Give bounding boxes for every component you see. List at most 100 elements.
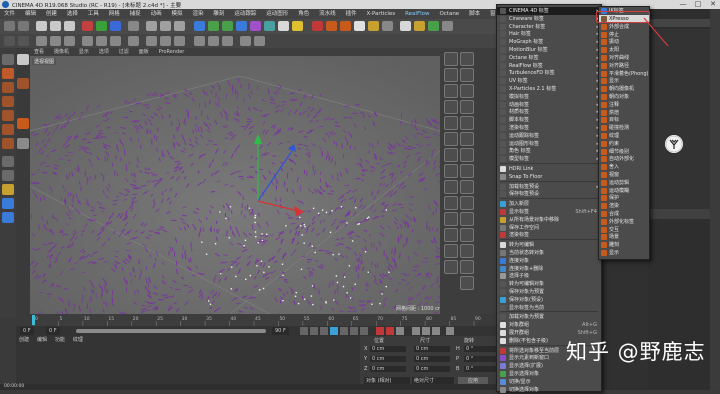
rotate-tool-icon[interactable] [64, 21, 75, 31]
submenu-item[interactable]: 对齐路径 [599, 62, 649, 70]
menu-item[interactable]: Cineware 标签▸ [497, 15, 601, 23]
submenu-item[interactable]: 约束 [599, 140, 649, 148]
viewport-menu-panel[interactable]: 面板 [135, 48, 153, 56]
menu-item[interactable]: 材质标签▸ [497, 108, 601, 116]
palette-icon-19[interactable] [444, 196, 458, 210]
goto-end-icon[interactable] [360, 327, 368, 335]
minimize-button[interactable]: — [676, 0, 690, 9]
submenu-item[interactable]: 平滑着色(Phong) [599, 70, 649, 78]
palette-icon-6[interactable] [460, 84, 474, 98]
script-icon[interactable] [382, 21, 393, 31]
menu-character[interactable]: 角色 [294, 9, 313, 19]
rotation-key-icon[interactable] [432, 327, 440, 335]
texture-icon[interactable] [2, 82, 14, 93]
move-tool-icon[interactable] [36, 21, 47, 31]
menu-item[interactable]: Snap To Floor [497, 173, 601, 181]
menu-create[interactable]: 创建 [42, 9, 61, 19]
points-icon[interactable] [2, 110, 14, 121]
palette-icon-12[interactable] [460, 132, 474, 146]
bridge-icon[interactable] [146, 36, 157, 46]
polygons-icon[interactable] [2, 138, 14, 149]
frame-start-field[interactable]: 0 F [20, 327, 34, 335]
palette-icon-27[interactable] [444, 260, 458, 274]
sculpt-icon[interactable] [17, 138, 29, 149]
viewport-menu-filter[interactable]: 过滤 [115, 48, 133, 56]
menu-select[interactable]: 选择 [63, 9, 82, 19]
undo-icon[interactable] [4, 21, 15, 31]
brush-icon[interactable] [194, 36, 205, 46]
menu-motion-tracking[interactable]: 运动跟踪 [230, 9, 260, 19]
submenu-item[interactable]: 视窗 [599, 171, 649, 179]
live-select-icon[interactable] [82, 36, 93, 46]
menu-item[interactable]: 模拟标签▸ [497, 93, 601, 101]
close-button[interactable]: ✕ [706, 0, 720, 9]
palette-icon-14[interactable] [460, 148, 474, 162]
menu-snap[interactable]: 捕捉 [126, 9, 145, 19]
light-icon[interactable] [292, 21, 303, 31]
camera-icon[interactable] [278, 21, 289, 31]
play-icon[interactable] [330, 327, 338, 335]
timeline-ruler[interactable]: 051015202530354045505560657075808590 [16, 314, 500, 326]
menu-item[interactable]: 运动图形标签▸ [497, 140, 601, 148]
menu-item[interactable]: 连接对象 [497, 257, 601, 265]
coord-system-icon[interactable] [128, 21, 139, 31]
material-menu-create[interactable]: 创建 [16, 336, 32, 344]
fd-icon[interactable] [414, 21, 425, 31]
palette-icon-15[interactable] [444, 164, 458, 178]
rotation-b-field[interactable]: 0 ° [464, 366, 498, 372]
extrude-icon[interactable] [160, 36, 171, 46]
submenu-item[interactable]: 交互 [599, 226, 649, 234]
palette-icon-20[interactable] [460, 196, 474, 210]
octane-icon[interactable] [368, 21, 379, 31]
position-z-field[interactable]: 0 cm [370, 366, 406, 372]
menu-sculpt[interactable]: 雕刻 [209, 9, 228, 19]
tweak-icon[interactable] [2, 170, 14, 181]
array-icon[interactable] [236, 21, 247, 31]
render-settings-icon[interactable] [174, 21, 185, 31]
palette-icon-11[interactable] [444, 132, 458, 146]
goto-start-icon[interactable] [300, 327, 308, 335]
viewport-menu-prorender[interactable]: ProRender [155, 48, 189, 56]
xp-emitter-icon[interactable] [312, 21, 323, 31]
menu-item[interactable]: 保存对象为预置 [497, 288, 601, 296]
palette-icon-3[interactable] [444, 68, 458, 82]
polygon-mode-icon[interactable] [64, 36, 75, 46]
palette-icon-1[interactable] [444, 52, 458, 66]
palette-icon-25[interactable] [444, 244, 458, 258]
frame-end-field[interactable]: 90 F [272, 327, 289, 335]
menu-item[interactable]: 显示标签为当前 [497, 304, 601, 312]
position-x-field[interactable]: 0 cm [370, 346, 406, 352]
viewport-menu-options[interactable]: 选项 [95, 48, 113, 56]
submenu-item[interactable]: 碰撞检测 [599, 124, 649, 132]
menu-realflow[interactable]: RealFlow [401, 9, 433, 19]
autokey-icon[interactable] [386, 327, 394, 335]
menu-octane[interactable]: Octane [435, 9, 463, 19]
model-mode-icon[interactable] [4, 36, 15, 46]
menu-simulate[interactable]: 模拟 [168, 9, 187, 19]
menu-item[interactable]: 运动跟踪标签▸ [497, 132, 601, 140]
menu-item[interactable]: 显示选择对象 [497, 370, 601, 378]
submenu-item[interactable]: 保护 [599, 194, 649, 202]
menu-item[interactable]: 加载标签预设▸ [497, 183, 601, 191]
menu-item[interactable]: 从所有场景对象中移除 [497, 216, 601, 224]
menu-item[interactable]: Character 标签▸ [497, 23, 601, 31]
menu-item[interactable]: 加入新层 [497, 200, 601, 208]
menu-item[interactable]: 选择子级 [497, 272, 601, 280]
menu-script[interactable]: 脚本 [465, 9, 484, 19]
palette-icon-18[interactable] [460, 180, 474, 194]
menu-item[interactable]: 动画标签▸ [497, 101, 601, 109]
submenu-item[interactable]: 细节级别 [599, 148, 649, 156]
lasso-select-icon[interactable] [110, 36, 121, 46]
maximize-button[interactable]: □ [691, 0, 705, 9]
submenu-item[interactable]: 雕刻 [599, 241, 649, 249]
menu-item[interactable]: 当前状态转对象 [497, 249, 601, 257]
texture-mode-icon[interactable] [18, 36, 29, 46]
y-axis-icon[interactable] [96, 21, 107, 31]
menu-item[interactable]: CINEMA 4D 标签▸ [497, 7, 601, 15]
menu-item[interactable]: Octane 标签▸ [497, 54, 601, 62]
menu-item[interactable]: 连接对象+删除 [497, 265, 601, 273]
make-editable-icon[interactable] [2, 54, 14, 65]
submenu-item[interactable]: 显示 [599, 77, 649, 85]
xp-modifier-icon[interactable] [340, 21, 351, 31]
menu-item[interactable]: 显示标签Shift+F4 [497, 208, 601, 216]
